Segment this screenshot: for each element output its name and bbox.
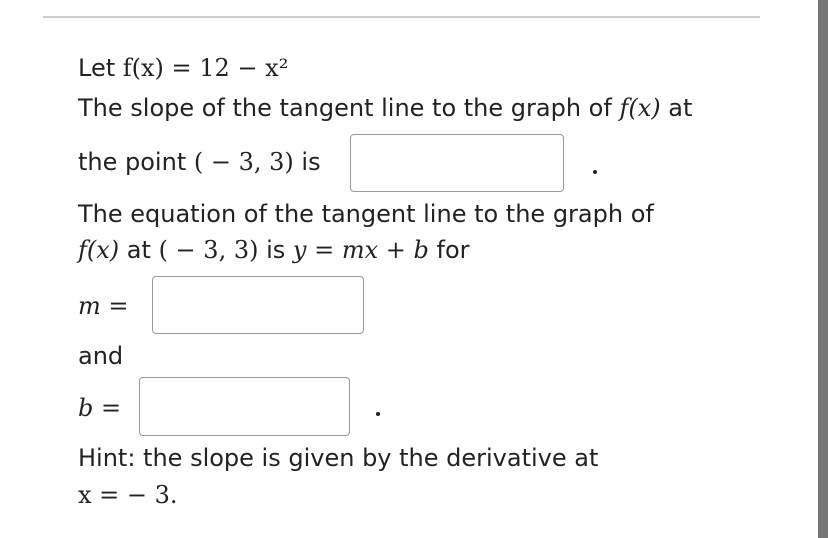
equation-text-line1: The equation of the tangent line to the …	[78, 200, 654, 228]
slope-input[interactable]	[350, 134, 564, 192]
fx: f(x)	[78, 236, 120, 264]
at-word: at	[126, 236, 151, 264]
divider	[43, 16, 760, 18]
is-word: is	[301, 148, 321, 176]
line-equation: y = mx + b	[292, 236, 429, 264]
b-label: b =	[78, 394, 122, 422]
m-input[interactable]	[152, 276, 364, 334]
at-word: at	[668, 94, 693, 122]
slope-text: The slope of the tangent line to the gra…	[78, 94, 612, 122]
function-expression: f(x) = 12 − x²	[122, 54, 289, 82]
hint-text: Hint: the slope is given by the derivati…	[78, 444, 599, 472]
point: ( − 3, 3)	[193, 148, 294, 176]
let-word: Let	[78, 54, 116, 82]
hint-x-value: x = − 3.	[78, 481, 178, 509]
function-definition: Let f(x) = 12 − x²	[78, 54, 288, 82]
point: ( − 3, 3)	[158, 236, 259, 264]
period	[376, 412, 380, 416]
point-text: the point	[78, 148, 187, 176]
slope-question-line1: The slope of the tangent line to the gra…	[78, 94, 692, 122]
b-input[interactable]	[139, 377, 350, 436]
period	[593, 170, 597, 174]
slope-question-line2: the point ( − 3, 3) is	[78, 148, 321, 176]
m-label: m =	[78, 292, 129, 320]
is-word: is	[266, 236, 286, 264]
fx: f(x)	[619, 94, 661, 122]
for-word: for	[436, 236, 470, 264]
scrollbar[interactable]	[818, 0, 828, 538]
equation-text-line2: f(x) at ( − 3, 3) is y = mx + b for	[78, 236, 470, 264]
and-word: and	[78, 342, 124, 370]
